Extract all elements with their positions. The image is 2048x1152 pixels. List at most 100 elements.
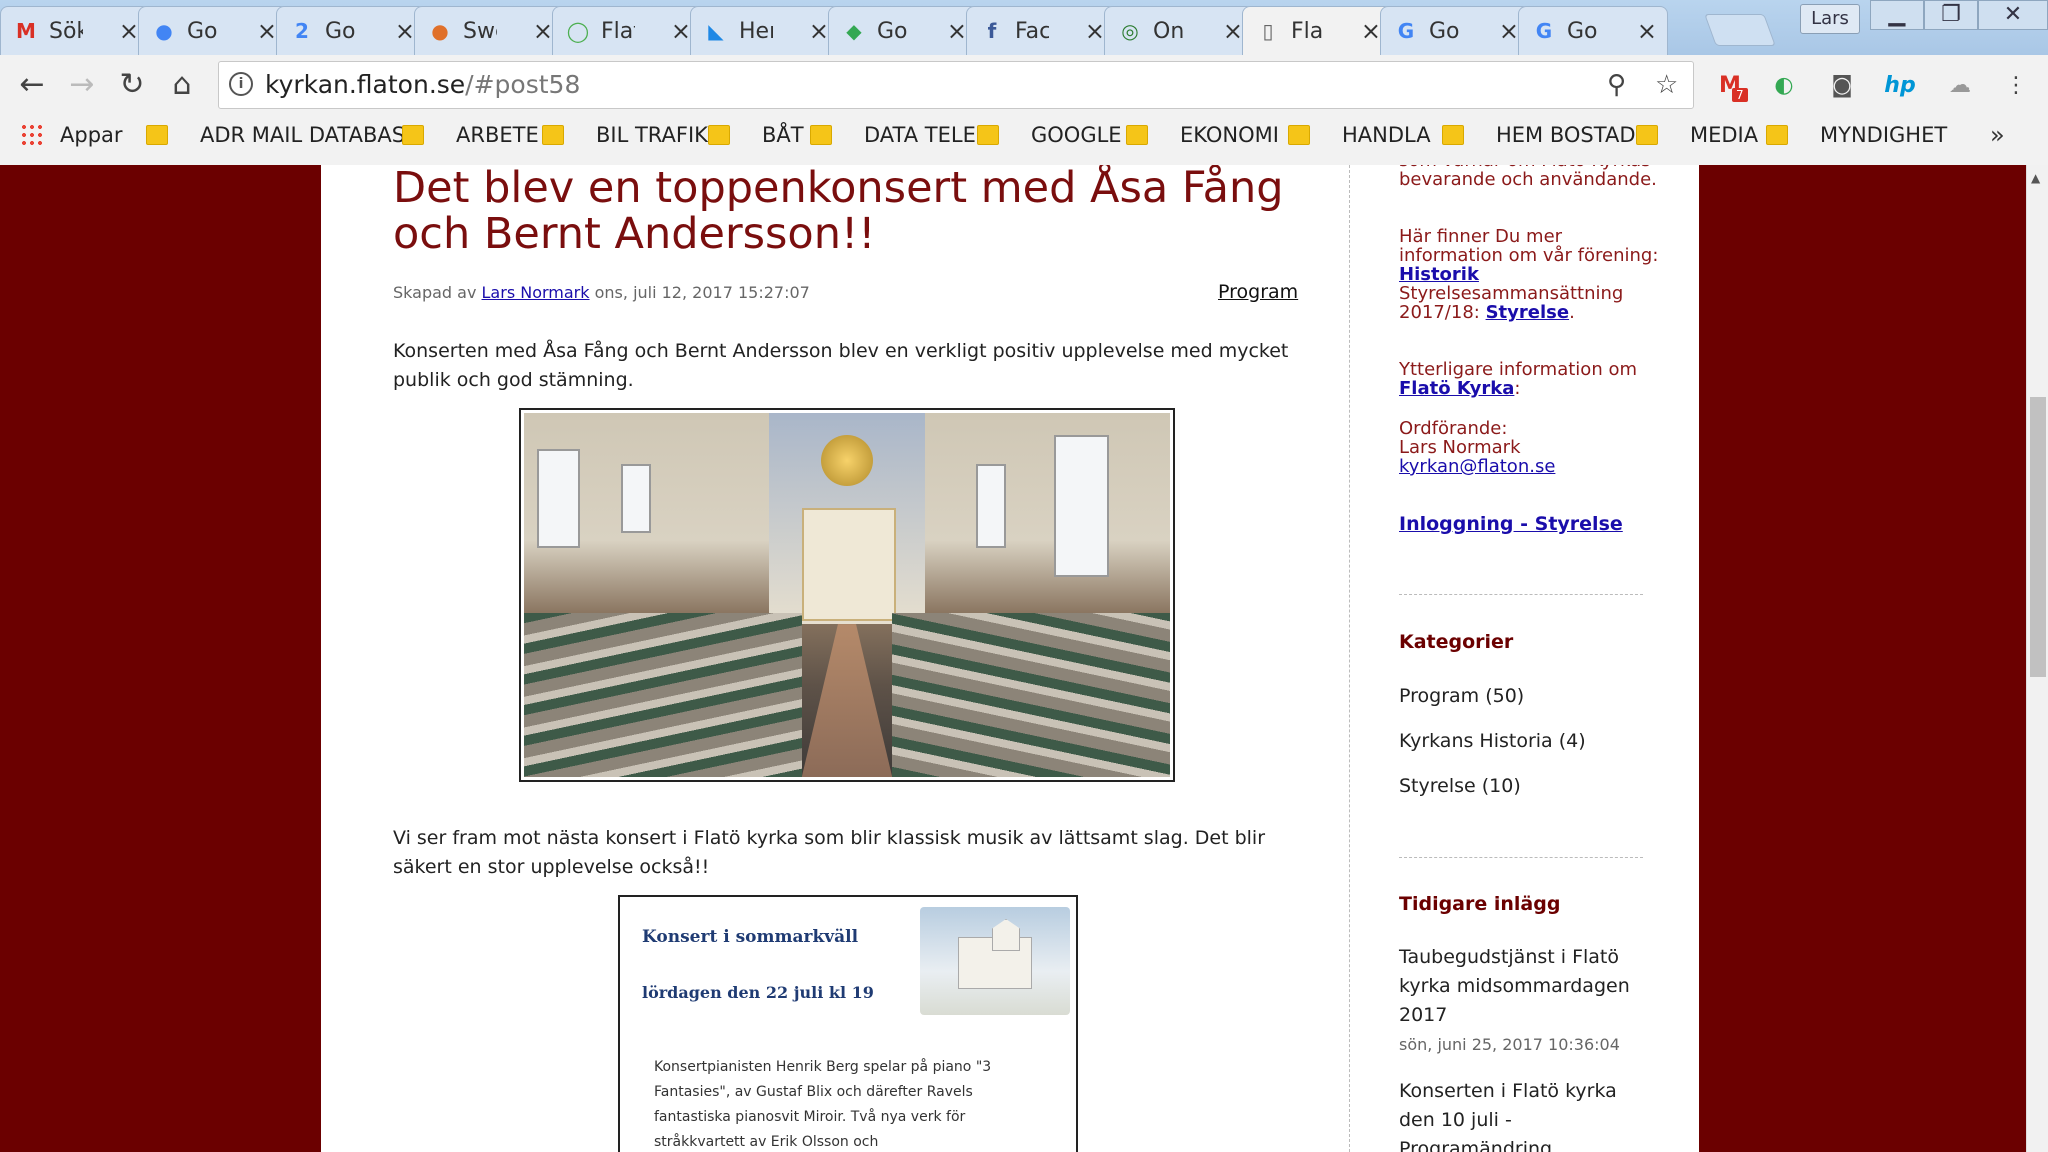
bookmarks-more-icon[interactable]: » bbox=[1990, 121, 2005, 149]
browser-tab[interactable]: G Go × bbox=[1380, 6, 1530, 55]
tab-close-icon[interactable]: × bbox=[1361, 17, 1381, 45]
folder-icon bbox=[1636, 125, 1658, 145]
login-link[interactable]: Inloggning - Styrelse bbox=[1399, 513, 1623, 535]
sidebar-divider bbox=[1399, 857, 1643, 858]
close-window-button[interactable]: ✕ bbox=[1978, 0, 2048, 30]
bookmark-folder[interactable]: MEDIA bbox=[1636, 123, 1758, 147]
sidebar-intro: som värnar om Flatö Kyrkas bevarande och… bbox=[1399, 165, 1657, 190]
category-link[interactable]: Program bbox=[1218, 281, 1298, 303]
historik-link[interactable]: Historik bbox=[1399, 264, 1479, 285]
earlier-post-link[interactable]: Konserten i Flatö kyrka den 10 juli - Pr… bbox=[1399, 1077, 1649, 1152]
author-link[interactable]: Lars Normark bbox=[482, 283, 590, 302]
bookmark-star-icon[interactable]: ☆ bbox=[1655, 70, 1678, 100]
tab-close-icon[interactable]: × bbox=[395, 17, 415, 45]
poster-heading: Konsert i sommarkväll bbox=[642, 927, 859, 947]
tab-title: Swe bbox=[463, 18, 497, 44]
browser-tab[interactable]: ◯ Flat × bbox=[552, 6, 702, 55]
bookmark-label: MEDIA bbox=[1690, 123, 1759, 147]
tab-title: On bbox=[1153, 18, 1185, 44]
page-content: Det blev en toppenkonsert med Åsa Fång o… bbox=[321, 165, 1699, 1152]
bookmark-folder[interactable]: ADR MAIL DATABAS bbox=[146, 123, 405, 147]
home-icon[interactable]: ⌂ bbox=[162, 65, 202, 105]
sidebar-more-info: Ytterligare information om Flatö Kyrka: bbox=[1399, 359, 1637, 399]
flato-kyrka-link[interactable]: Flatö Kyrka bbox=[1399, 378, 1514, 399]
globe-icon: ● bbox=[431, 19, 449, 43]
maximize-button[interactable]: ❐ bbox=[1924, 0, 1978, 30]
bookmark-folder[interactable]: BIL TRAFIK bbox=[542, 123, 708, 147]
tab-close-icon[interactable]: × bbox=[809, 17, 829, 45]
church-exterior-image bbox=[920, 907, 1070, 1015]
page-scrollbar[interactable]: ▲ bbox=[2026, 165, 2048, 1152]
bookmark-folder[interactable]: HANDLA bbox=[1288, 123, 1431, 147]
apps-grid-icon bbox=[20, 123, 44, 147]
browser-tab[interactable]: ● Go × bbox=[138, 6, 288, 55]
bookmark-folder[interactable]: EKONOMI bbox=[1126, 123, 1279, 147]
category-item[interactable]: Styrelse (10) bbox=[1399, 775, 1521, 797]
chair-email-link[interactable]: kyrkan@flaton.se bbox=[1399, 456, 1555, 477]
browser-tab[interactable]: M Sök × bbox=[0, 6, 150, 55]
bookmark-folder[interactable]: HEM BOSTAD bbox=[1442, 123, 1635, 147]
post-date: ons, juli 12, 2017 15:27:07 bbox=[594, 283, 810, 302]
zoom-icon[interactable]: ⚲ bbox=[1607, 70, 1626, 100]
browser-tab[interactable]: ◎ On × bbox=[1104, 6, 1254, 55]
bookmark-folder[interactable]: ARBETE bbox=[402, 123, 539, 147]
address-bar[interactable]: i kyrkan.flaton.se/#post58 ⚲ ☆ bbox=[218, 61, 1694, 109]
ring-icon: ◯ bbox=[566, 19, 590, 43]
browser-tab[interactable]: G Go × bbox=[1518, 6, 1668, 55]
tab-close-icon[interactable]: × bbox=[1637, 17, 1657, 45]
tab-close-icon[interactable]: × bbox=[1499, 17, 1519, 45]
bookmark-folder[interactable]: DATA TELE bbox=[810, 123, 976, 147]
google-icon: G bbox=[1397, 19, 1415, 43]
earlier-posts-heading: Tidigare inlägg bbox=[1399, 893, 1561, 915]
folder-icon bbox=[542, 125, 564, 145]
document-icon: ▯ bbox=[1262, 19, 1274, 43]
bookmark-folder[interactable]: BÅT bbox=[708, 123, 804, 147]
bookmark-folder[interactable]: MYNDIGHET bbox=[1766, 123, 1947, 147]
scrollbar-thumb[interactable] bbox=[2030, 397, 2046, 677]
tab-close-icon[interactable]: × bbox=[533, 17, 553, 45]
gmail-icon: M bbox=[16, 19, 36, 43]
scroll-up-icon[interactable]: ▲ bbox=[2031, 171, 2040, 185]
bookmark-apps[interactable]: Appar bbox=[20, 123, 123, 147]
browser-tab[interactable]: f Fac × bbox=[966, 6, 1116, 55]
folder-icon bbox=[1126, 125, 1148, 145]
earlier-post-link[interactable]: Taubegudstjänst i Flatö kyrka midsommard… bbox=[1399, 943, 1649, 1030]
category-item[interactable]: Program (50) bbox=[1399, 685, 1524, 707]
hp-extension-icon[interactable]: hp bbox=[1884, 70, 1916, 102]
forward-icon[interactable]: → bbox=[62, 65, 102, 105]
browser-tab[interactable]: ● Swe × bbox=[414, 6, 564, 55]
minimize-button[interactable]: ▁ bbox=[1870, 0, 1924, 30]
styrelse-link[interactable]: Styrelse bbox=[1486, 302, 1569, 323]
tab-title: Flat bbox=[601, 18, 635, 44]
info-icon[interactable]: i bbox=[229, 72, 253, 96]
folder-icon bbox=[708, 125, 730, 145]
sidebar-chair: Ordförande: Lars Normark kyrkan@flaton.s… bbox=[1399, 419, 1659, 476]
reload-icon[interactable]: ↻ bbox=[112, 65, 152, 105]
tab-close-icon[interactable]: × bbox=[119, 17, 139, 45]
category-item[interactable]: Kyrkans Historia (4) bbox=[1399, 730, 1586, 752]
folder-icon bbox=[146, 125, 168, 145]
back-icon[interactable]: ← bbox=[12, 65, 52, 105]
browser-tab[interactable]: ▯ Fla × bbox=[1242, 6, 1392, 55]
categories-heading: Kategorier bbox=[1399, 631, 1514, 653]
new-tab-button[interactable] bbox=[1704, 14, 1776, 46]
browser-tab[interactable]: ◣ Her × bbox=[690, 6, 840, 55]
column-divider bbox=[1349, 165, 1350, 1152]
browser-tab[interactable]: 2 Go × bbox=[276, 6, 426, 55]
tab-close-icon[interactable]: × bbox=[671, 17, 691, 45]
chrome-menu-icon[interactable]: ⋮ bbox=[2000, 70, 2032, 102]
extension-bulb-icon[interactable]: ◙ bbox=[1826, 70, 1858, 102]
tab-close-icon[interactable]: × bbox=[1223, 17, 1243, 45]
info-text: Här finner Du mer information om vår för… bbox=[1399, 226, 1659, 266]
extension-circle-icon[interactable]: ◐ bbox=[1768, 70, 1800, 102]
extension-cloud-icon[interactable]: ☁ bbox=[1944, 70, 1976, 102]
bookmark-folder[interactable]: GOOGLE bbox=[977, 123, 1122, 147]
browser-tab[interactable]: ◆ Go × bbox=[828, 6, 978, 55]
tab-title: Go bbox=[877, 18, 908, 44]
tab-close-icon[interactable]: × bbox=[257, 17, 277, 45]
tab-close-icon[interactable]: × bbox=[1085, 17, 1105, 45]
bookmark-label: MYNDIGHET bbox=[1820, 123, 1948, 147]
profile-button[interactable]: Lars bbox=[1800, 4, 1860, 34]
url-text[interactable]: kyrkan.flaton.se/#post58 bbox=[265, 70, 580, 99]
tab-close-icon[interactable]: × bbox=[947, 17, 967, 45]
